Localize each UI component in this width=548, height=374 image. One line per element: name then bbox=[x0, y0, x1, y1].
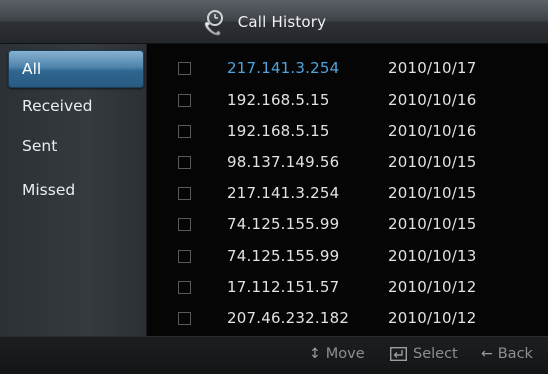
call-history-screen: Call History All Received Sent Missed 21… bbox=[0, 0, 548, 374]
call-date: 2010/10/16 bbox=[388, 122, 477, 140]
back-hint[interactable]: ← Back bbox=[481, 346, 533, 362]
sidebar-item-missed[interactable]: Missed bbox=[0, 170, 146, 210]
sidebar-item-label: All bbox=[22, 60, 42, 78]
sidebar-item-received[interactable]: Received bbox=[0, 86, 146, 126]
call-date: 2010/10/17 bbox=[388, 59, 477, 77]
call-address: 192.168.5.15 bbox=[227, 91, 330, 109]
call-address: 74.125.155.99 bbox=[227, 215, 340, 233]
checkbox[interactable] bbox=[178, 124, 191, 138]
page-title: Call History bbox=[237, 13, 327, 31]
call-address: 217.141.3.254 bbox=[227, 59, 340, 77]
call-date: 2010/10/15 bbox=[388, 215, 477, 233]
call-date: 2010/10/15 bbox=[388, 153, 477, 171]
call-date: 2010/10/12 bbox=[388, 278, 477, 296]
select-label: Select bbox=[413, 346, 458, 362]
list-item[interactable]: 74.125.155.99 2010/10/15 bbox=[147, 208, 548, 240]
checkbox[interactable] bbox=[178, 280, 191, 294]
back-arrow-icon: ← bbox=[481, 346, 493, 362]
up-down-arrow-icon: ↕ bbox=[309, 346, 321, 362]
sidebar-item-label: Missed bbox=[22, 181, 76, 199]
title-bar: Call History bbox=[0, 0, 548, 44]
move-hint: ↕ Move bbox=[309, 346, 365, 362]
checkbox[interactable] bbox=[178, 186, 191, 200]
call-address: 74.125.155.99 bbox=[227, 247, 340, 265]
checkbox[interactable] bbox=[178, 311, 191, 325]
list-item[interactable]: 74.125.155.99 2010/10/13 bbox=[147, 240, 548, 272]
call-date: 2010/10/16 bbox=[388, 91, 477, 109]
call-address: 17.112.151.57 bbox=[227, 278, 340, 296]
list-item[interactable]: 98.137.149.56 2010/10/15 bbox=[147, 146, 548, 178]
sidebar-item-sent[interactable]: Sent bbox=[0, 126, 146, 166]
checkbox[interactable] bbox=[178, 93, 191, 107]
checkbox[interactable] bbox=[178, 249, 191, 263]
call-address: 217.141.3.254 bbox=[227, 184, 340, 202]
phone-icon bbox=[204, 10, 223, 36]
call-date: 2010/10/13 bbox=[388, 247, 477, 265]
sidebar-item-label: Sent bbox=[22, 137, 58, 155]
sidebar-item-all[interactable]: All bbox=[8, 50, 144, 88]
list-item[interactable]: 192.168.5.15 2010/10/16 bbox=[147, 84, 548, 116]
call-list: 217.141.3.254 2010/10/17 192.168.5.15 20… bbox=[147, 44, 548, 336]
list-item[interactable]: 217.141.3.254 2010/10/15 bbox=[147, 177, 548, 209]
checkbox[interactable] bbox=[178, 155, 191, 169]
select-hint: Select bbox=[390, 346, 458, 362]
list-item[interactable]: 207.46.232.182 2010/10/12 bbox=[147, 302, 548, 334]
enter-key-icon bbox=[390, 347, 407, 361]
list-item[interactable]: 192.168.5.15 2010/10/16 bbox=[147, 115, 548, 147]
sidebar: All Received Sent Missed bbox=[0, 44, 147, 336]
call-address: 192.168.5.15 bbox=[227, 122, 330, 140]
back-label: Back bbox=[497, 346, 533, 362]
sidebar-item-label: Received bbox=[22, 97, 93, 115]
list-item[interactable]: 17.112.151.57 2010/10/12 bbox=[147, 271, 548, 303]
move-label: Move bbox=[325, 346, 365, 362]
call-address: 98.137.149.56 bbox=[227, 153, 340, 171]
footer-hints: ↕ Move Select ← Back bbox=[0, 336, 548, 374]
list-item[interactable]: 217.141.3.254 2010/10/17 bbox=[147, 52, 548, 84]
checkbox[interactable] bbox=[178, 61, 191, 75]
call-date: 2010/10/15 bbox=[388, 184, 477, 202]
call-address: 207.46.232.182 bbox=[227, 309, 350, 327]
call-date: 2010/10/12 bbox=[388, 309, 477, 327]
checkbox[interactable] bbox=[178, 217, 191, 231]
